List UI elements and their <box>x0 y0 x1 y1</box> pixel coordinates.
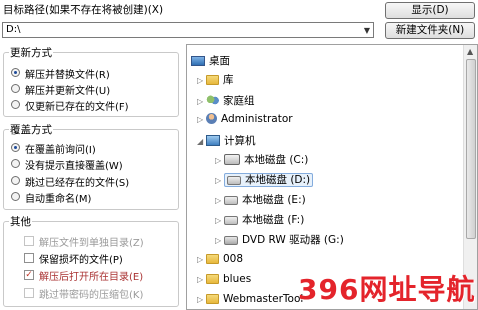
option-open-dir-after-extract-label: 解压后打开所在目录(E) <box>39 272 144 283</box>
hard-drive-icon <box>224 216 238 225</box>
folder-icon <box>206 294 219 304</box>
option-extract-replace-label: 解压并替换文件(R) <box>25 70 110 81</box>
expand-arrow-icon[interactable]: ▷ <box>215 236 224 245</box>
expand-arrow-icon[interactable]: ▷ <box>215 216 224 225</box>
checkbox-extract-separate-dir[interactable] <box>24 236 34 246</box>
tree-item-homegroup-label: 家庭组 <box>223 95 255 107</box>
desktop-icon <box>191 56 205 66</box>
user-icon <box>206 113 217 124</box>
radio-overwrite-without-prompt[interactable] <box>11 159 20 168</box>
scroll-up-arrow-icon[interactable]: ▲ <box>467 47 473 56</box>
radio-auto-rename[interactable] <box>11 192 20 201</box>
option-update-existing-label: 仅更新已存在的文件(F) <box>25 102 129 113</box>
chevron-down-icon[interactable]: ▼ <box>364 26 370 35</box>
tree-item-folder-webmastertool-label: WebmasterTool <box>223 293 304 305</box>
expand-arrow-icon[interactable]: ▷ <box>197 255 206 264</box>
tree-item-drive-g-label: DVD RW 驱动器 (G:) <box>242 234 344 246</box>
option-skip-existing-label: 跳过已经存在的文件(S) <box>25 178 130 189</box>
misc-title: 其他 <box>9 214 32 229</box>
computer-icon <box>206 135 220 146</box>
expand-arrow-icon[interactable]: ▷ <box>197 115 206 124</box>
tree-item-administrator[interactable]: ▷ Administrator <box>197 113 293 125</box>
update-mode-title: 更新方式 <box>9 45 53 60</box>
checkbox-open-dir-after-extract[interactable]: ✓ <box>24 270 34 280</box>
overwrite-mode-title: 覆盖方式 <box>9 122 53 137</box>
hard-drive-icon <box>227 176 241 185</box>
new-folder-button[interactable]: 新建文件夹(N) <box>385 22 475 39</box>
tree-item-drive-d[interactable]: ▷ 本地磁盘 (D:) <box>215 172 314 187</box>
tree-item-drive-e[interactable]: ▷ 本地磁盘 (E:) <box>215 192 306 207</box>
target-path-value: D:\ <box>6 24 21 35</box>
homegroup-icon <box>206 95 219 106</box>
expand-arrow-icon[interactable]: ▷ <box>197 295 206 304</box>
tree-item-computer-label: 计算机 <box>224 135 256 147</box>
checkbox-skip-password-archives[interactable] <box>24 288 34 298</box>
radio-extract-replace[interactable] <box>11 68 20 77</box>
tree-item-homegroup[interactable]: ▷ 家庭组 <box>197 93 255 108</box>
tree-item-drive-g[interactable]: ▷ DVD RW 驱动器 (G:) <box>215 232 344 247</box>
collapse-arrow-icon[interactable]: ◢ <box>197 137 206 146</box>
hard-drive-icon <box>224 196 238 205</box>
tree-item-drive-f[interactable]: ▷ 本地磁盘 (F:) <box>215 212 304 227</box>
radio-ask-before-overwrite[interactable] <box>11 143 20 152</box>
tree-item-administrator-label: Administrator <box>221 113 293 125</box>
tree-item-computer[interactable]: ◢ 计算机 <box>197 133 256 148</box>
option-skip-password-archives-label: 跳过带密码的压缩包(K) <box>39 290 144 301</box>
system-drive-icon <box>224 154 240 165</box>
radio-skip-existing[interactable] <box>11 176 20 185</box>
expand-arrow-icon[interactable]: ▷ <box>215 176 224 185</box>
tree-item-folder-008-label: 008 <box>223 253 244 265</box>
tree-item-drive-f-label: 本地磁盘 (F:) <box>242 214 305 226</box>
tree-item-drive-d-selection: 本地磁盘 (D:) <box>224 173 314 187</box>
radio-update-existing[interactable] <box>11 100 20 109</box>
expand-arrow-icon[interactable]: ▷ <box>215 156 224 165</box>
dvd-drive-icon <box>224 236 238 245</box>
tree-item-drive-c[interactable]: ▷ 本地磁盘 (C:) <box>215 152 308 167</box>
option-overwrite-without-prompt-label: 没有提示直接覆盖(W) <box>25 161 123 172</box>
show-button[interactable]: 显示(D) <box>385 2 475 19</box>
tree-item-drive-e-label: 本地磁盘 (E:) <box>242 194 306 206</box>
option-extract-update-label: 解压并更新文件(U) <box>25 86 111 97</box>
radio-extract-update[interactable] <box>11 84 20 93</box>
option-ask-before-overwrite-label: 在覆盖前询问(I) <box>25 145 96 156</box>
folder-icon <box>206 254 219 264</box>
target-path-label: 目标路径(如果不存在将被创建)(X) <box>3 4 164 16</box>
tree-item-folder-webmastertool[interactable]: ▷ WebmasterTool <box>197 293 303 305</box>
site-watermark: 396网址导航 <box>298 273 476 306</box>
tree-item-drive-d-label: 本地磁盘 (D:) <box>245 174 311 186</box>
option-auto-rename-label: 自动重命名(M) <box>25 194 92 205</box>
option-keep-broken-files-label: 保留损坏的文件(P) <box>39 255 123 266</box>
expand-arrow-icon[interactable]: ▷ <box>215 196 224 205</box>
tree-item-folder-blues[interactable]: ▷ blues <box>197 273 251 285</box>
checkbox-keep-broken-files[interactable] <box>24 253 34 263</box>
folder-icon <box>206 274 219 284</box>
tree-item-folder-blues-label: blues <box>223 273 252 285</box>
tree-item-library-label: 库 <box>223 74 234 86</box>
expand-arrow-icon[interactable]: ▷ <box>197 97 206 106</box>
scrollbar-thumb[interactable] <box>466 59 476 239</box>
tree-item-desktop[interactable]: 桌面 <box>191 53 230 68</box>
tree-item-desktop-label: 桌面 <box>209 55 230 67</box>
tree-item-folder-008[interactable]: ▷ 008 <box>197 253 243 265</box>
option-extract-separate-dir-label: 解压文件到单独目录(Z) <box>39 238 144 249</box>
expand-arrow-icon[interactable]: ▷ <box>197 275 206 284</box>
expand-arrow-icon[interactable]: ▷ <box>197 76 206 85</box>
library-icon <box>206 75 219 85</box>
tree-item-drive-c-label: 本地磁盘 (C:) <box>244 154 309 166</box>
tree-item-library[interactable]: ▷ 库 <box>197 72 234 87</box>
target-path-combobox[interactable]: D:\ ▼ <box>2 22 374 38</box>
